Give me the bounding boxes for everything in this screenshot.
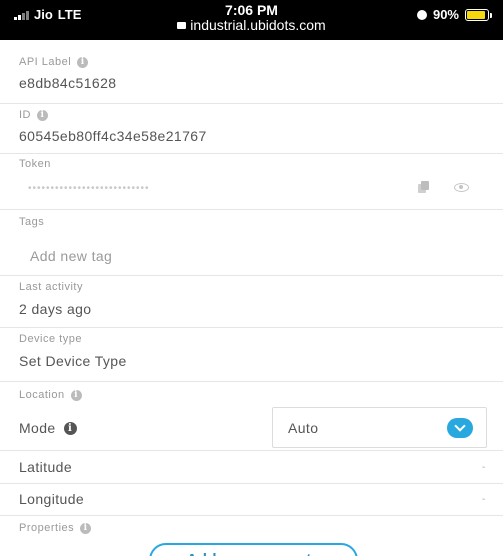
battery-icon xyxy=(465,8,492,21)
battery-fill xyxy=(467,10,485,19)
device-type-value[interactable]: Set Device Type xyxy=(19,353,127,369)
location-heading: Location i xyxy=(19,389,82,401)
divider xyxy=(0,450,503,451)
divider xyxy=(0,483,503,484)
battery-percent: 90% xyxy=(432,7,459,22)
token-value: ••••••••••••••••••••••••••• xyxy=(28,183,150,194)
tags-heading: Tags xyxy=(19,216,44,228)
tags-label: Tags xyxy=(19,216,45,228)
latitude-value[interactable]: - xyxy=(482,462,485,473)
eye-icon[interactable] xyxy=(454,183,469,192)
info-icon[interactable]: i xyxy=(70,389,82,401)
api-label-label: API Label xyxy=(19,56,72,68)
id-heading: ID i xyxy=(19,109,48,121)
device-type-label: Device type xyxy=(19,333,82,345)
divider xyxy=(0,275,503,276)
divider xyxy=(0,381,503,382)
token-heading: Token xyxy=(19,158,51,170)
copy-icon[interactable] xyxy=(418,181,429,193)
info-icon[interactable]: i xyxy=(77,56,89,68)
mode-row: Mode i xyxy=(19,420,77,436)
api-label-value[interactable]: e8db84c51628 xyxy=(19,75,116,91)
token-label: Token xyxy=(19,158,51,170)
last-activity-heading: Last activity xyxy=(19,281,83,293)
location-label: Location xyxy=(19,389,65,401)
last-activity-value: 2 days ago xyxy=(19,301,92,317)
mode-selected-value: Auto xyxy=(288,420,319,436)
longitude-value[interactable]: - xyxy=(482,494,485,505)
add-property-button[interactable]: Add new property xyxy=(149,543,358,556)
tag-input[interactable] xyxy=(20,241,485,271)
device-type-heading: Device type xyxy=(19,333,82,345)
mode-select[interactable]: Auto xyxy=(272,407,487,448)
mode-label: Mode xyxy=(19,420,56,436)
divider xyxy=(0,209,503,210)
battery-info: 90% xyxy=(416,7,492,22)
info-icon[interactable]: i xyxy=(37,109,48,121)
chevron-down-icon[interactable] xyxy=(447,418,473,438)
properties-heading: Properties i xyxy=(19,522,92,534)
properties-label: Properties xyxy=(19,522,75,534)
divider xyxy=(0,327,503,328)
info-icon[interactable]: i xyxy=(63,421,77,435)
alarm-icon xyxy=(416,9,427,20)
status-bar: Jio LTE 7:06 PM industrial.ubidots.com 9… xyxy=(0,0,503,40)
id-label: ID xyxy=(19,109,31,121)
divider xyxy=(0,153,503,154)
divider xyxy=(0,103,503,104)
divider xyxy=(0,515,503,516)
url-text: industrial.ubidots.com xyxy=(190,17,326,33)
last-activity-label: Last activity xyxy=(19,281,83,293)
lock-icon xyxy=(177,22,187,29)
api-label-heading: API Label i xyxy=(19,56,89,68)
latitude-label: Latitude xyxy=(19,459,73,475)
info-icon[interactable]: i xyxy=(80,522,92,534)
longitude-label: Longitude xyxy=(19,491,85,507)
id-value: 60545eb80ff4c34e58e21767 xyxy=(19,128,207,144)
